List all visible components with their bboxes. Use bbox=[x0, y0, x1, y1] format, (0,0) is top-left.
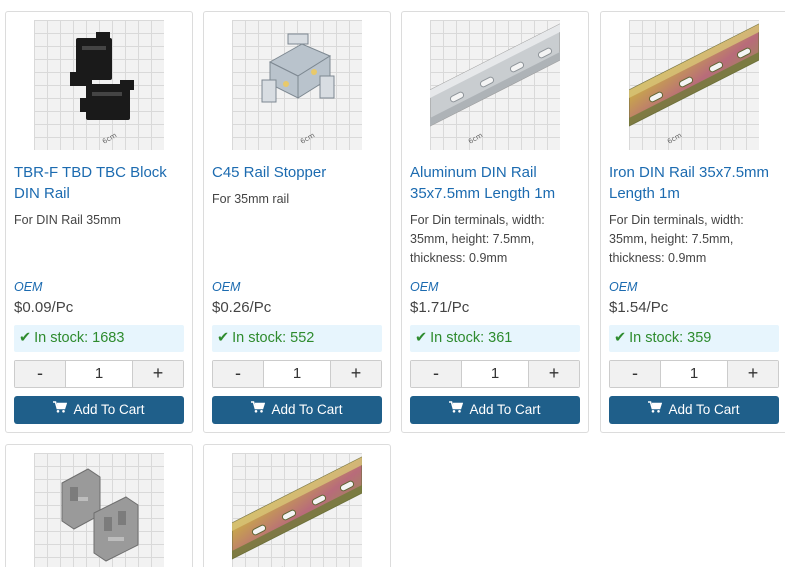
product-title[interactable]: C45 Rail Stopper bbox=[212, 162, 384, 183]
quantity-stepper: - 1 + bbox=[410, 360, 580, 388]
product-card: 6cm Iron DIN Rail 35x7.5mm Length 1m For… bbox=[600, 11, 785, 433]
add-to-cart-label: Add To Cart bbox=[271, 402, 343, 417]
stock-badge: ✔ In stock: 359 bbox=[609, 325, 779, 352]
scale-label: 6cm bbox=[666, 131, 683, 146]
quantity-input[interactable]: 1 bbox=[65, 361, 133, 387]
stock-badge: ✔ In stock: 361 bbox=[410, 325, 580, 352]
price: $1.71/Pc bbox=[410, 299, 470, 316]
brand-label[interactable]: OEM bbox=[609, 280, 637, 294]
black-block-bracket-image: 6cm bbox=[70, 32, 134, 146]
decrement-button[interactable]: - bbox=[610, 361, 660, 387]
product-image[interactable] bbox=[34, 453, 164, 567]
decrement-button[interactable]: - bbox=[213, 361, 263, 387]
add-to-cart-button[interactable]: Add To Cart bbox=[410, 396, 580, 424]
product-description: For Din terminals, width: 35mm, height: … bbox=[609, 213, 744, 265]
add-to-cart-label: Add To Cart bbox=[469, 402, 541, 417]
quantity-stepper: - 1 + bbox=[14, 360, 184, 388]
check-icon: ✔ bbox=[614, 330, 627, 346]
check-icon: ✔ bbox=[19, 330, 32, 346]
stock-badge: ✔ In stock: 1683 bbox=[14, 325, 184, 352]
stock-text: In stock: 359 bbox=[629, 330, 712, 346]
quantity-input[interactable]: 1 bbox=[263, 361, 331, 387]
cart-icon bbox=[449, 395, 464, 423]
product-card bbox=[5, 444, 193, 567]
stock-text: In stock: 552 bbox=[232, 330, 315, 346]
stock-text: In stock: 1683 bbox=[34, 330, 125, 346]
price: $0.09/Pc bbox=[14, 299, 74, 316]
product-image[interactable]: 6cm bbox=[232, 20, 362, 150]
stock-badge: ✔ In stock: 552 bbox=[212, 325, 382, 352]
stock-text: In stock: 361 bbox=[430, 330, 513, 346]
increment-button[interactable]: + bbox=[331, 361, 381, 387]
brand-label[interactable]: OEM bbox=[14, 280, 42, 294]
product-description: For DIN Rail 35mm bbox=[14, 213, 121, 227]
metal-rail-stopper-image: 6cm bbox=[261, 33, 335, 146]
decrement-button[interactable]: - bbox=[411, 361, 461, 387]
product-title[interactable]: TBR-F TBD TBC Block DIN Rail bbox=[14, 162, 186, 204]
product-card: 6cm Aluminum DIN Rail 35x7.5mm Length 1m… bbox=[401, 11, 589, 433]
check-icon: ✔ bbox=[217, 330, 230, 346]
add-to-cart-label: Add To Cart bbox=[73, 402, 145, 417]
decrement-button[interactable]: - bbox=[15, 361, 65, 387]
scale-label: 6cm bbox=[101, 131, 118, 146]
product-card: 6cm TBR-F TBD TBC Block DIN Rail For DIN… bbox=[5, 11, 193, 433]
product-card: 6cm bbox=[203, 444, 391, 567]
increment-button[interactable]: + bbox=[728, 361, 778, 387]
product-description: For Din terminals, width: 35mm, height: … bbox=[410, 213, 545, 265]
brand-label[interactable]: OEM bbox=[410, 280, 438, 294]
product-card: 6cm C45 Rail Stopper For 35mm rail OEM $… bbox=[203, 11, 391, 433]
add-to-cart-button[interactable]: Add To Cart bbox=[212, 396, 382, 424]
grey-end-clamp-image bbox=[61, 468, 139, 562]
add-to-cart-button[interactable]: Add To Cart bbox=[609, 396, 779, 424]
brand-label[interactable]: OEM bbox=[212, 280, 240, 294]
product-description: For 35mm rail bbox=[212, 192, 290, 206]
iron-din-rail-image: 6cm bbox=[629, 23, 759, 146]
price: $0.26/Pc bbox=[212, 299, 272, 316]
price: $1.54/Pc bbox=[609, 299, 669, 316]
cart-icon bbox=[648, 395, 663, 423]
cart-icon bbox=[251, 395, 266, 423]
scale-label: 6cm bbox=[467, 131, 484, 146]
product-image[interactable]: 6cm bbox=[232, 453, 362, 567]
check-icon: ✔ bbox=[415, 330, 428, 346]
quantity-stepper: - 1 + bbox=[609, 360, 779, 388]
quantity-input[interactable]: 1 bbox=[660, 361, 728, 387]
increment-button[interactable]: + bbox=[133, 361, 183, 387]
quantity-stepper: - 1 + bbox=[212, 360, 382, 388]
product-title[interactable]: Iron DIN Rail 35x7.5mm Length 1m bbox=[609, 162, 781, 204]
product-image[interactable]: 6cm bbox=[430, 20, 560, 150]
aluminum-din-rail-image: 6cm bbox=[430, 23, 560, 146]
quantity-input[interactable]: 1 bbox=[461, 361, 529, 387]
add-to-cart-label: Add To Cart bbox=[668, 402, 740, 417]
iron-din-rail-image: 6cm bbox=[232, 456, 362, 567]
product-title[interactable]: Aluminum DIN Rail 35x7.5mm Length 1m bbox=[410, 162, 582, 204]
product-image[interactable]: 6cm bbox=[629, 20, 759, 150]
scale-label: 6cm bbox=[299, 131, 316, 146]
add-to-cart-button[interactable]: Add To Cart bbox=[14, 396, 184, 424]
cart-icon bbox=[53, 395, 68, 423]
increment-button[interactable]: + bbox=[529, 361, 579, 387]
product-image[interactable]: 6cm bbox=[34, 20, 164, 150]
